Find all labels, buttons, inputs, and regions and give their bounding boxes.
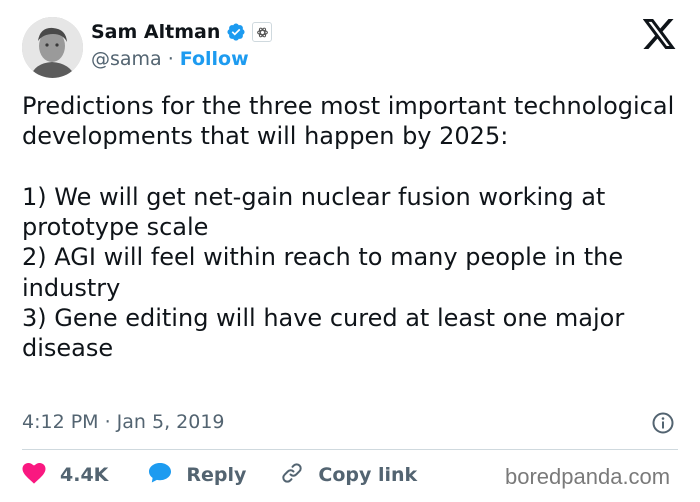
reply-label: Reply xyxy=(186,464,247,486)
author-handle[interactable]: @sama xyxy=(91,48,162,70)
divider xyxy=(22,449,678,450)
follow-button[interactable]: Follow xyxy=(180,48,249,70)
author-name-row: Sam Altman xyxy=(91,21,273,43)
reply-button[interactable]: Reply xyxy=(148,462,246,489)
tweet-text: Predictions for the three most important… xyxy=(22,92,675,363)
openai-logo-icon[interactable] xyxy=(252,22,273,42)
speech-bubble-icon xyxy=(148,462,172,489)
x-logo-icon[interactable] xyxy=(642,19,677,49)
copy-link-button[interactable]: Copy link xyxy=(280,461,417,490)
watermark: boredpanda.com xyxy=(505,464,671,489)
copy-link-label: Copy link xyxy=(318,464,418,486)
link-icon xyxy=(280,461,304,490)
tweet-timestamp[interactable]: 4:12 PM · Jan 5, 2019 xyxy=(22,411,225,433)
author-display-name[interactable]: Sam Altman xyxy=(91,21,220,43)
avatar[interactable] xyxy=(22,17,83,78)
tweet-actions: 4.4K Reply Copy link xyxy=(22,460,417,490)
like-count: 4.4K xyxy=(60,464,109,486)
separator-dot: · xyxy=(167,48,174,70)
info-icon[interactable] xyxy=(651,411,675,435)
heart-icon xyxy=(22,462,46,489)
like-button[interactable]: 4.4K xyxy=(22,462,108,489)
verified-check-icon xyxy=(226,22,246,42)
author-handle-row: @sama · Follow xyxy=(91,48,249,70)
